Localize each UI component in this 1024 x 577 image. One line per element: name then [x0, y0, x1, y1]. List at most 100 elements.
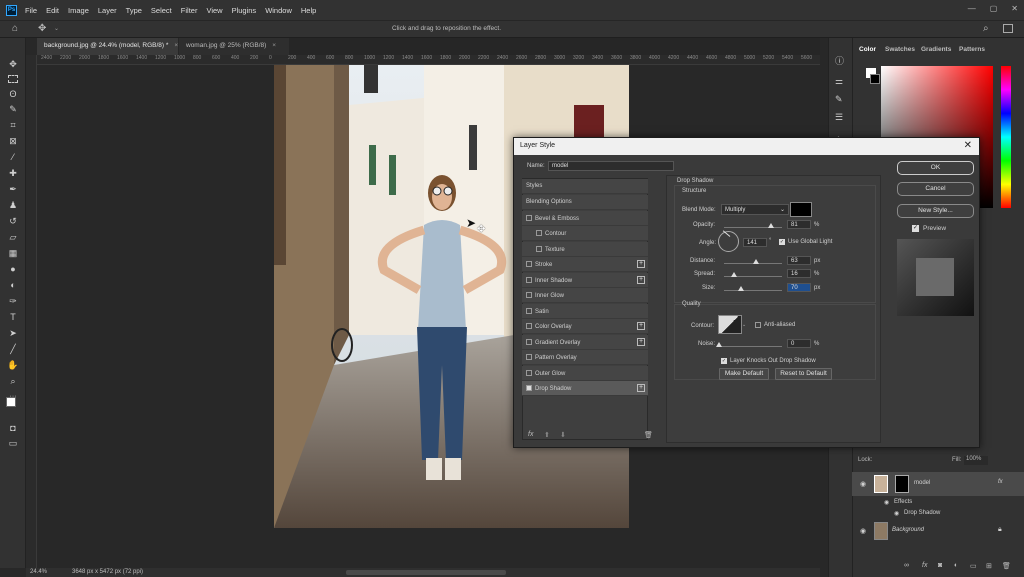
- eyedropper-tool-icon[interactable]: ⁄: [6, 151, 20, 163]
- eye-icon[interactable]: ◉: [894, 510, 899, 517]
- eye-icon[interactable]: ◉: [860, 480, 866, 488]
- menu-edit[interactable]: Edit: [46, 6, 59, 15]
- size-slider-thumb[interactable]: [738, 286, 744, 291]
- hue-slider[interactable]: [1001, 66, 1011, 208]
- distance-slider[interactable]: [724, 259, 782, 264]
- angle-dial[interactable]: [718, 230, 739, 252]
- info-icon[interactable]: ⓘ: [835, 54, 844, 67]
- trash-icon[interactable]: 🗑︎: [1002, 562, 1011, 570]
- close-icon[interactable]: ✕: [1011, 4, 1018, 13]
- menu-filter[interactable]: Filter: [181, 6, 198, 15]
- style-item-outer-glow[interactable]: Outer Glow: [522, 365, 648, 381]
- lasso-tool-icon[interactable]: ʘ: [6, 88, 20, 100]
- knockout-checkbox[interactable]: ✓: [721, 358, 727, 364]
- add-effect-icon[interactable]: +: [637, 322, 645, 330]
- angle-input[interactable]: 141: [743, 238, 767, 247]
- menu-layer[interactable]: Layer: [98, 6, 117, 15]
- eye-icon[interactable]: ◉: [884, 499, 889, 506]
- brush-settings-icon[interactable]: ✎: [835, 94, 843, 105]
- layer-name-input[interactable]: model: [548, 161, 674, 171]
- crop-tool-icon[interactable]: ⌗: [6, 119, 20, 131]
- trash-icon[interactable]: 🗑︎: [644, 431, 653, 439]
- style-checkbox[interactable]: [526, 385, 532, 391]
- hand-tool-icon[interactable]: ✋: [6, 359, 20, 371]
- distance-slider-thumb[interactable]: [753, 259, 759, 264]
- group-icon[interactable]: ▭: [970, 562, 977, 570]
- cancel-button[interactable]: Cancel: [897, 182, 974, 196]
- blend-mode-select[interactable]: Multiply ⌄: [721, 204, 789, 215]
- menu-type[interactable]: Type: [126, 6, 142, 15]
- blur-tool-icon[interactable]: ●: [6, 263, 20, 275]
- move-tool-icon[interactable]: ✥: [6, 58, 20, 70]
- style-checkbox[interactable]: [536, 245, 542, 252]
- style-item-inner-shadow[interactable]: Inner Shadow +: [522, 272, 648, 288]
- layer-drop-shadow-row[interactable]: ◉ Drop Shadow: [852, 508, 1024, 520]
- horizontal-scrollbar[interactable]: [346, 570, 506, 575]
- tab-color[interactable]: Color: [859, 46, 876, 53]
- chevron-down-icon[interactable]: ⌄: [54, 25, 59, 32]
- add-effect-icon[interactable]: +: [637, 260, 645, 268]
- minimize-icon[interactable]: —: [968, 4, 976, 13]
- new-layer-icon[interactable]: ⊞: [986, 562, 992, 570]
- type-tool-icon[interactable]: T: [6, 311, 20, 323]
- move-down-icon[interactable]: ⬇: [560, 431, 566, 439]
- spread-slider[interactable]: [724, 272, 782, 277]
- menu-image[interactable]: Image: [68, 6, 89, 15]
- add-effect-icon[interactable]: +: [637, 337, 645, 346]
- style-checkbox[interactable]: [526, 338, 532, 345]
- menu-plugins[interactable]: Plugins: [232, 6, 257, 15]
- style-item-stroke[interactable]: Stroke +: [522, 257, 648, 272]
- style-checkbox[interactable]: [526, 323, 532, 329]
- noise-slider[interactable]: [716, 342, 782, 347]
- spread-slider-thumb[interactable]: [731, 272, 737, 277]
- new-style-button[interactable]: New Style...: [897, 204, 974, 218]
- tab-woman[interactable]: woman.jpg @ 25% (RGB/8) ×: [179, 38, 289, 55]
- menu-file[interactable]: File: [25, 6, 37, 15]
- style-checkbox[interactable]: [526, 292, 532, 298]
- preview-checkbox[interactable]: ✓: [912, 225, 919, 232]
- add-effect-icon[interactable]: +: [637, 384, 645, 392]
- background-color-swatch[interactable]: [870, 74, 880, 84]
- properties-icon[interactable]: ☰: [835, 112, 843, 123]
- reset-to-default-button[interactable]: Reset to Default: [775, 368, 832, 380]
- fx-icon[interactable]: fx: [998, 479, 1003, 485]
- opacity-input[interactable]: 81: [787, 220, 811, 229]
- tab-swatches[interactable]: Swatches: [885, 46, 915, 53]
- clone-stamp-tool-icon[interactable]: ♟: [6, 199, 20, 211]
- style-item-satin[interactable]: Satin: [522, 303, 648, 319]
- add-effect-icon[interactable]: +: [637, 275, 645, 284]
- line-tool-icon[interactable]: ╱: [6, 343, 20, 355]
- style-item-drop-shadow[interactable]: Drop Shadow +: [522, 381, 648, 396]
- fx-icon[interactable]: fx: [922, 562, 927, 569]
- layer-row-background[interactable]: ◉ Background 🔒︎: [852, 520, 1024, 542]
- style-checkbox[interactable]: [536, 230, 542, 236]
- eraser-tool-icon[interactable]: ▱: [6, 231, 20, 243]
- marquee-tool-icon[interactable]: [6, 73, 20, 85]
- anti-aliased-checkbox[interactable]: [755, 322, 761, 328]
- close-icon[interactable]: ×: [272, 42, 276, 49]
- style-checkbox[interactable]: [526, 354, 532, 360]
- close-icon[interactable]: ×: [174, 42, 178, 49]
- style-checkbox[interactable]: [526, 307, 532, 314]
- menu-view[interactable]: View: [206, 6, 222, 15]
- style-checkbox[interactable]: [526, 214, 532, 221]
- noise-input[interactable]: 0: [787, 339, 811, 348]
- style-checkbox[interactable]: [526, 261, 532, 267]
- move-up-icon[interactable]: ⬆: [544, 431, 550, 439]
- style-item-inner-glow[interactable]: Inner Glow: [522, 288, 648, 303]
- tab-background[interactable]: background.jpg @ 24.4% (model, RGB/8) * ×: [37, 38, 178, 55]
- style-item-gradient-overlay[interactable]: Gradient Overlay +: [522, 334, 648, 350]
- style-item-bevel-emboss[interactable]: Bevel & Emboss: [522, 210, 648, 226]
- screen-mode-icon[interactable]: ▭: [6, 437, 20, 449]
- brush-tool-icon[interactable]: ✒: [6, 183, 20, 195]
- adjustment-layer-icon[interactable]: ◐: [954, 562, 958, 569]
- layer-row-model[interactable]: ◉ model fx: [852, 472, 1024, 496]
- size-slider[interactable]: [724, 286, 782, 291]
- close-icon[interactable]: ✕: [964, 140, 972, 151]
- style-checkbox[interactable]: [526, 276, 532, 283]
- ok-button[interactable]: OK: [897, 161, 974, 175]
- adjust-icon[interactable]: ⚌: [835, 76, 843, 87]
- contour-picker[interactable]: [718, 315, 742, 334]
- spread-input[interactable]: 16: [787, 269, 811, 278]
- zoom-level[interactable]: 24.4%: [30, 569, 47, 575]
